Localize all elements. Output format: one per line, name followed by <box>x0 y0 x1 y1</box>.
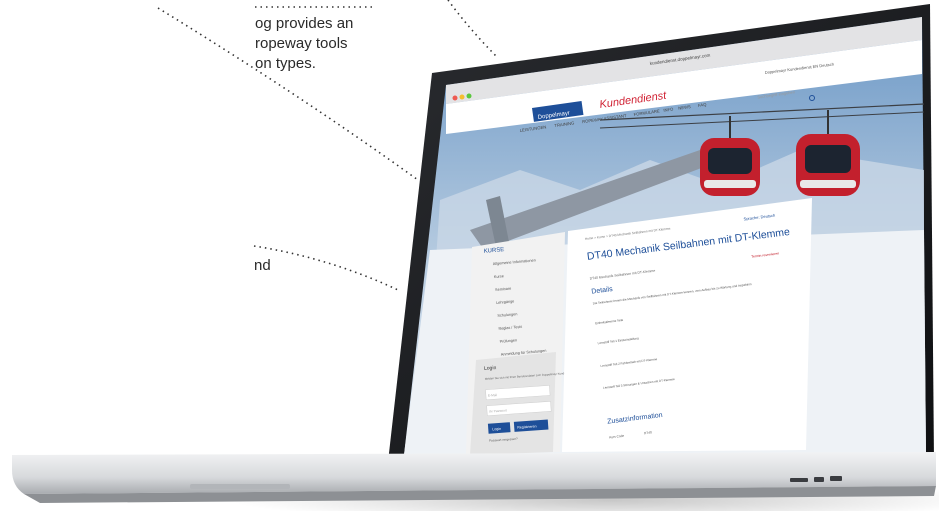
trackpad-notch <box>190 484 290 489</box>
port-thunderbolt <box>814 477 824 482</box>
leader-upper <box>447 0 499 59</box>
laptop-scene: kundendienst.doppelmayr.com Doppelmayr K… <box>12 0 939 511</box>
window-zoom-icon[interactable] <box>466 93 472 99</box>
port-hdmi <box>830 476 842 481</box>
window-close-icon[interactable] <box>452 95 458 101</box>
email-placeholder: E-Mail <box>488 393 498 398</box>
login-button-label: Login <box>492 427 501 432</box>
window-minimize-icon[interactable] <box>459 94 465 100</box>
port-usb <box>790 478 808 482</box>
leader-top-diagonal <box>157 7 419 181</box>
leader-mid <box>253 245 399 291</box>
login-heading: Login <box>484 365 497 372</box>
